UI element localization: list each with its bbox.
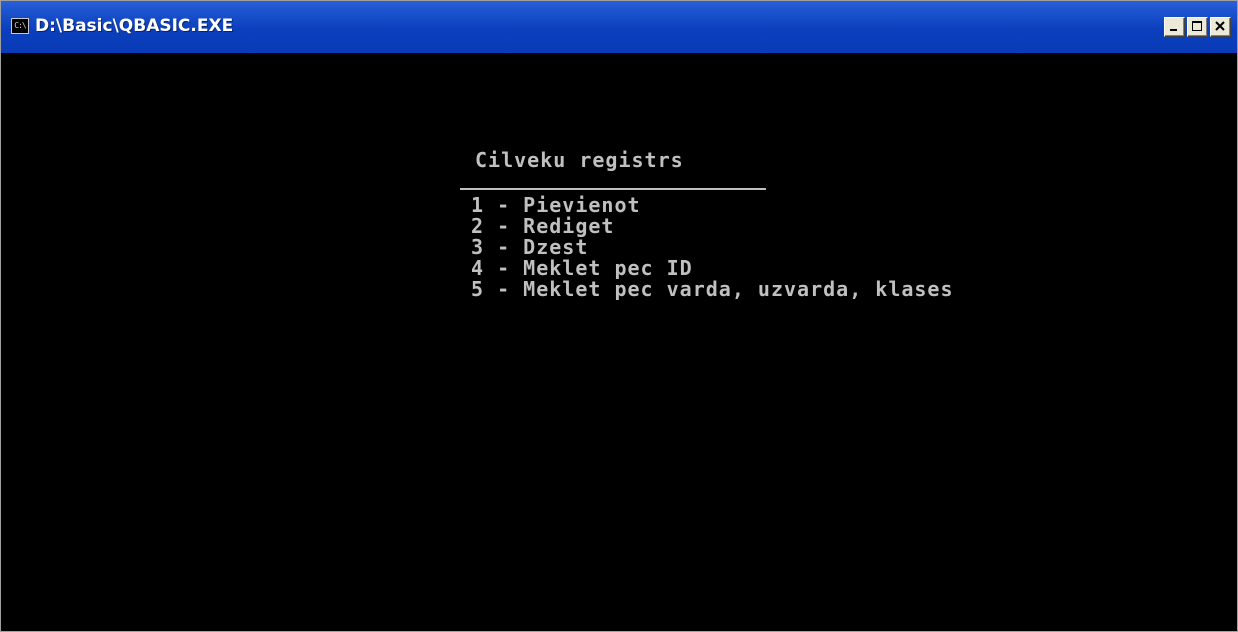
menu-separator	[460, 188, 766, 190]
minimize-button[interactable]	[1164, 17, 1185, 37]
console-icon[interactable]: C:\	[11, 18, 29, 34]
menu-list: 1 - Pievienot 2 - Rediget 3 - Dzest 4 - …	[471, 195, 954, 300]
menu-title: Cilveku registrs	[475, 148, 684, 172]
maximize-icon	[1192, 21, 1202, 31]
window-title: D:\Basic\QBASIC.EXE	[35, 16, 234, 36]
close-button[interactable]	[1210, 17, 1231, 37]
menu-item-search-name: 5 - Meklet pec varda, uzvarda, klases	[471, 277, 954, 301]
minimize-icon	[1170, 29, 1177, 31]
menu-item-delete: 3 - Dzest	[471, 235, 589, 259]
menu-item-add: 1 - Pievienot	[471, 193, 641, 217]
menu-item-search-id: 4 - Meklet pec ID	[471, 256, 693, 280]
title-bar[interactable]: C:\ D:\Basic\QBASIC.EXE	[1, 1, 1237, 53]
console-output[interactable]: Cilveku registrs 1 - Pievienot 2 - Redig…	[1, 53, 1237, 631]
console-window: C:\ D:\Basic\QBASIC.EXE Cilveku registrs…	[0, 0, 1238, 632]
maximize-button[interactable]	[1187, 17, 1208, 37]
menu-item-edit: 2 - Rediget	[471, 214, 615, 238]
close-icon	[1215, 21, 1225, 31]
window-controls	[1164, 17, 1231, 37]
